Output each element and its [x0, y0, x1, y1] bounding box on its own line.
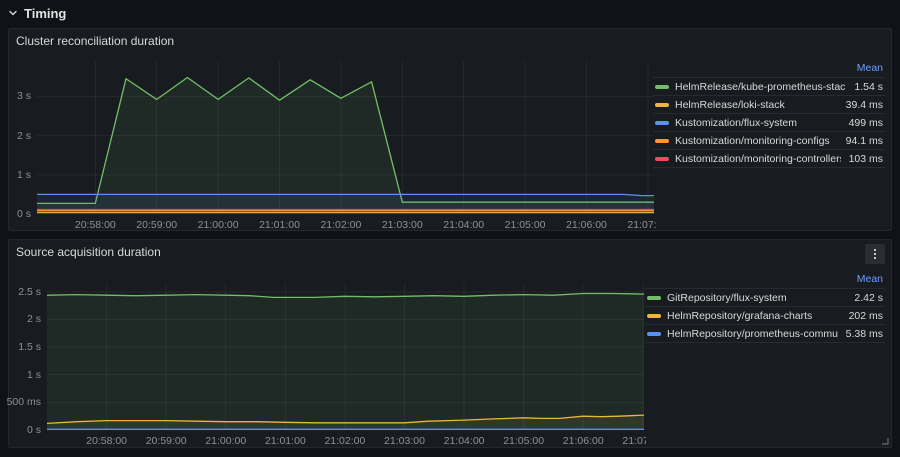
series-fill-4: [37, 210, 654, 215]
legend-row: HelmRepository/prometheus-community 5.38 …: [645, 324, 885, 342]
y-axis-tick-label: 2 s: [0, 313, 41, 325]
chevron-down-icon: [7, 7, 19, 19]
grafana-dashboard: { "colors": { "background": "#111217", "…: [0, 0, 900, 457]
y-axis-tick-label: 0 s: [0, 208, 31, 220]
legend-mean-value: 2.42 s: [854, 292, 885, 304]
legend-row: GitRepository/flux-system 2.42 s: [645, 288, 885, 306]
legend-divider: [645, 342, 885, 343]
legend-series-name[interactable]: Kustomization/monitoring-configs: [675, 135, 838, 147]
series-color-swatch: [655, 157, 669, 161]
legend-table: Mean HelmRelease/kube-prometheus-stack 1.5…: [653, 59, 885, 168]
legend-series-name[interactable]: Kustomization/monitoring-controllers: [675, 153, 841, 165]
y-axis-tick-label: 1 s: [0, 169, 31, 181]
series-color-swatch: [655, 121, 669, 125]
legend-series-name[interactable]: HelmRepository/grafana-charts: [667, 310, 841, 322]
legend-series-name[interactable]: HelmRelease/loki-stack: [675, 99, 838, 111]
section-header-timing[interactable]: Timing: [7, 4, 66, 22]
legend-row: HelmRepository/grafana-charts 202 ms: [645, 306, 885, 324]
legend-row: Kustomization/flux-system 499 ms: [653, 113, 885, 131]
legend-row: HelmRelease/loki-stack 39.4 ms: [653, 95, 885, 113]
y-axis-tick-label: 3 s: [0, 90, 31, 102]
legend-series-name[interactable]: HelmRepository/prometheus-community: [667, 328, 838, 340]
legend-mean-header[interactable]: Mean: [645, 270, 885, 288]
legend-row: Kustomization/monitoring-controllers 103 …: [653, 149, 885, 167]
legend-mean-header[interactable]: Mean: [653, 59, 885, 77]
legend-row: Kustomization/monitoring-configs 94.1 ms: [653, 131, 885, 149]
y-axis-tick-label: 2.5 s: [0, 286, 41, 298]
legend-mean-value: 94.1 ms: [846, 135, 885, 147]
legend-mean-value: 103 ms: [849, 153, 885, 165]
y-axis-tick-label: 2 s: [0, 130, 31, 142]
panel-source-acquisition-duration: Source acquisition duration 0 s500 ms1 s…: [8, 239, 892, 448]
y-axis-tick-label: 0 s: [0, 424, 41, 436]
x-axis-tick-label: 21:07:00: [608, 219, 656, 231]
series-fill-0: [47, 294, 644, 431]
legend-mean-value: 499 ms: [849, 117, 885, 129]
series-color-swatch: [655, 103, 669, 107]
y-axis-tick-label: 1 s: [0, 369, 41, 381]
legend-series-name[interactable]: HelmRelease/kube-prometheus-stack: [675, 81, 846, 93]
legend-mean-value: 39.4 ms: [846, 99, 885, 111]
chart-canvas: [37, 61, 654, 214]
series-color-swatch: [647, 314, 661, 318]
y-axis-tick-label: 500 ms: [0, 396, 41, 408]
y-axis-tick-label: 1.5 s: [0, 341, 41, 353]
x-axis: 20:58:0020:59:0021:00:0021:01:0021:02:00…: [47, 435, 646, 449]
series-color-swatch: [655, 85, 669, 89]
series-fill-0: [37, 78, 654, 215]
x-axis: 20:58:0020:59:0021:00:0021:01:0021:02:00…: [37, 219, 656, 233]
legend-series-name[interactable]: Kustomization/flux-system: [675, 117, 841, 129]
section-title: Timing: [24, 6, 66, 21]
legend-mean-value: 202 ms: [849, 310, 885, 322]
chart-canvas: [47, 283, 644, 430]
resize-corner-icon[interactable]: [881, 437, 889, 445]
legend-table: Mean GitRepository/flux-system 2.42 s HelmR…: [645, 270, 885, 343]
series-color-swatch: [647, 296, 661, 300]
legend-series-name[interactable]: GitRepository/flux-system: [667, 292, 846, 304]
legend-mean-value: 5.38 ms: [846, 328, 885, 340]
panel-cluster-reconciliation-duration: Cluster reconciliation duration 0 s1 s2 …: [8, 28, 892, 231]
legend-divider: [653, 167, 885, 168]
series-color-swatch: [647, 332, 661, 336]
x-axis-tick-label: 21:07:00: [603, 435, 646, 447]
legend-mean-value: 1.54 s: [854, 81, 885, 93]
legend-row: HelmRelease/kube-prometheus-stack 1.54 s: [653, 77, 885, 95]
series-color-swatch: [655, 139, 669, 143]
